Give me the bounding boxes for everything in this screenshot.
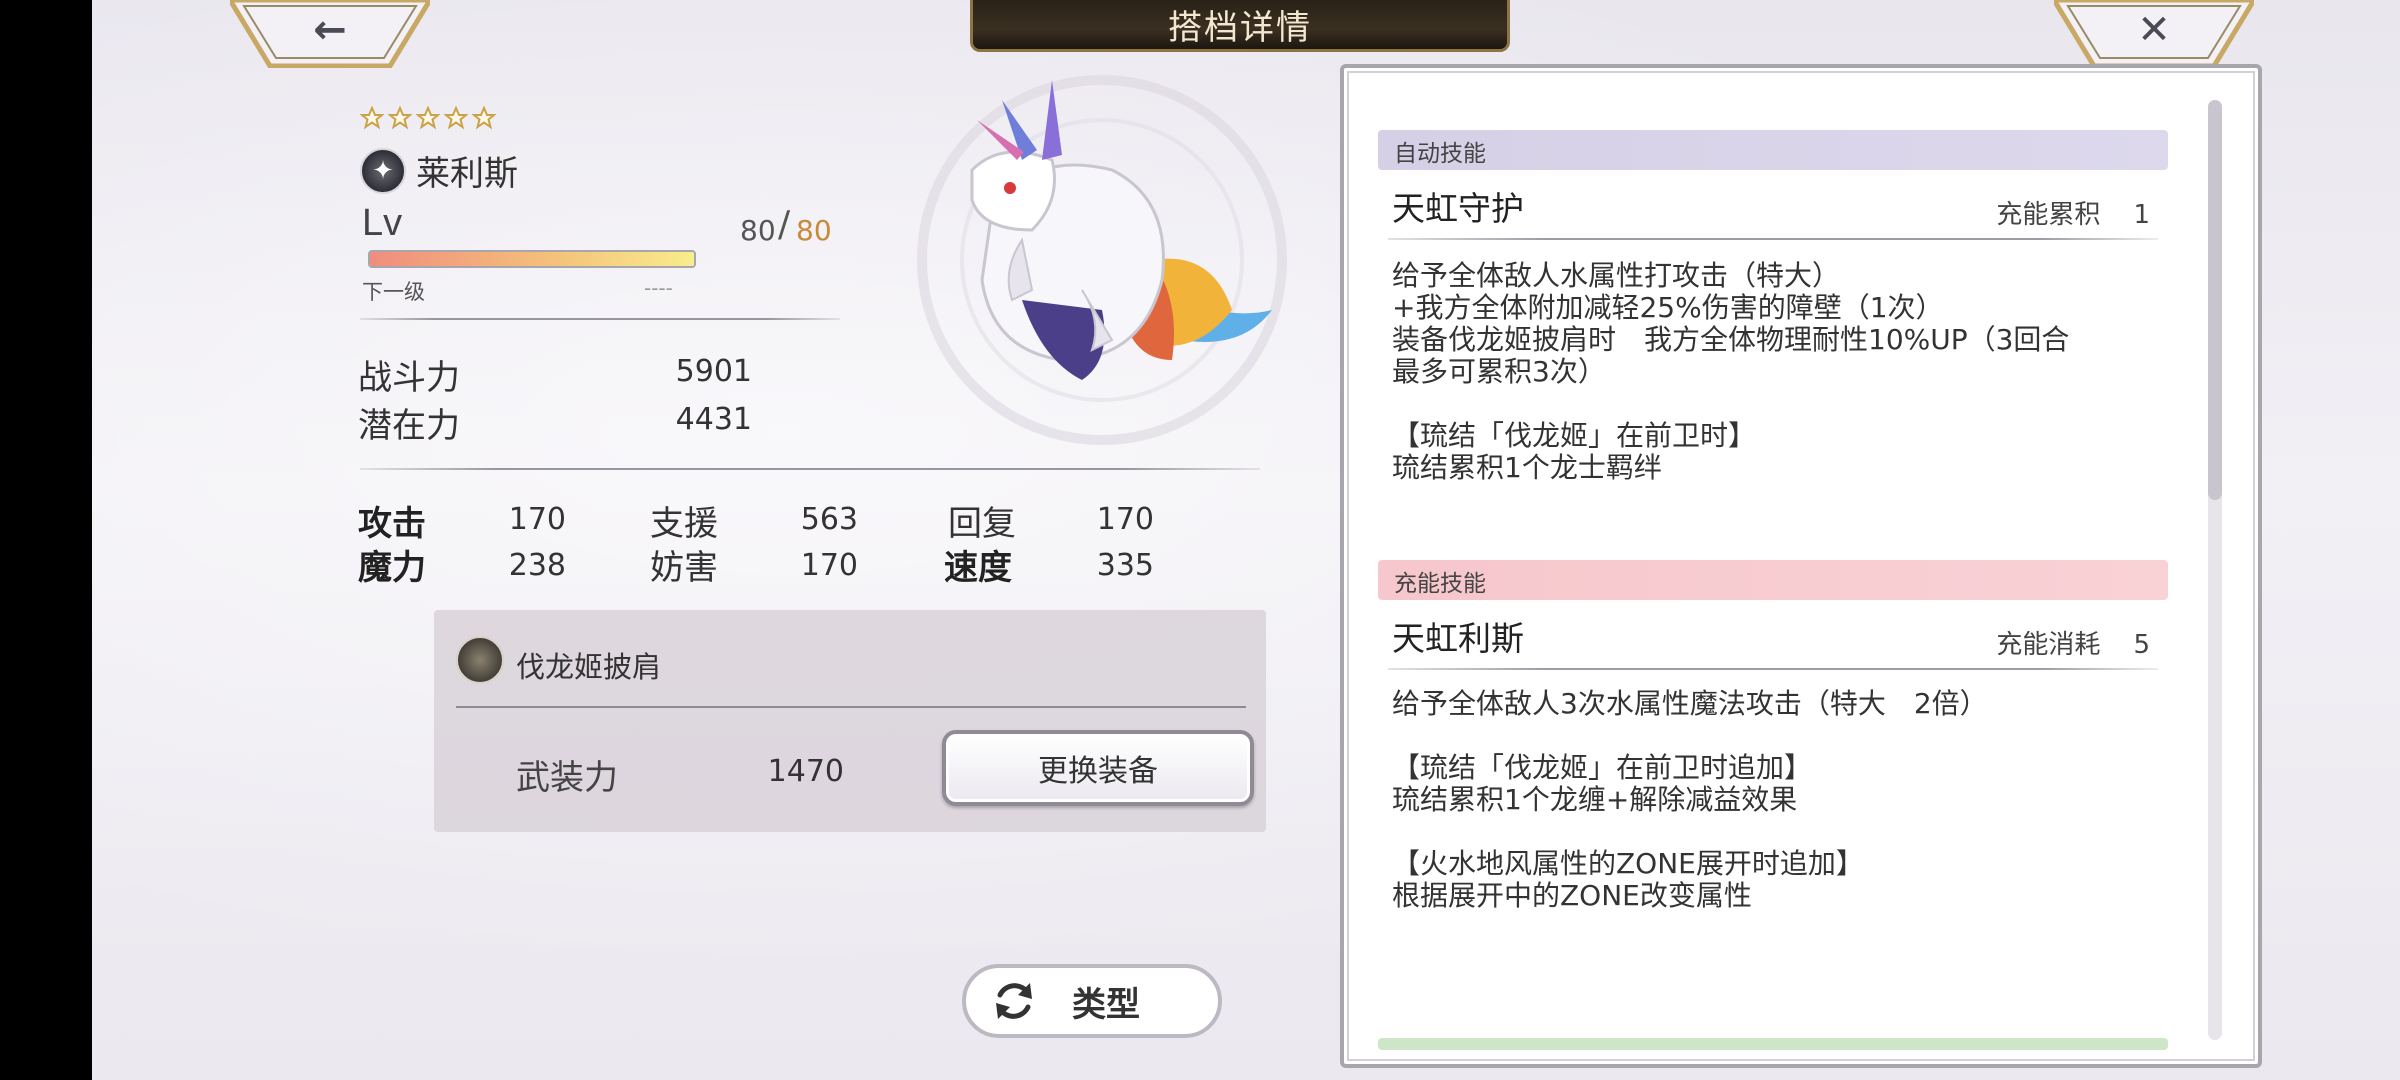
shawl-equipment-icon: [456, 636, 504, 684]
next-level-value: ----: [644, 276, 673, 300]
magic-value: 238: [508, 548, 566, 583]
combat-power-label: 战斗力: [358, 358, 460, 398]
auto-skill-header: 自动技能: [1378, 130, 2168, 170]
next-level-label: 下一级: [362, 280, 425, 304]
attack-label: 攻击: [358, 504, 426, 544]
type-button-label: 类型: [1072, 984, 1140, 1025]
back-button[interactable]: ←: [230, 0, 430, 68]
back-arrow-icon: ←: [313, 7, 347, 53]
description-line: 【琉结「伐龙姬」在前卫时】: [1392, 419, 1757, 452]
description-line: [1392, 720, 2152, 752]
creature-illustration: [917, 75, 1287, 445]
partner-detail-screen: ← 搭档详情 ✕ ✦ 莱利斯 Lv 80 / 80 下一级 ---- 战斗力 5…: [92, 0, 2400, 1080]
auto-skill-description: 给予全体敌人水属性打攻击（特大） +我方全体附加减轻25%伤害的障壁（1次） 装…: [1392, 260, 2152, 484]
star-icon: [444, 106, 468, 130]
hinder-value: 170: [800, 548, 858, 583]
description-line: [1392, 388, 2152, 420]
description-line: 最多可累积3次）: [1392, 355, 1606, 388]
description-line: [1392, 816, 2152, 848]
divider: [1388, 668, 2158, 670]
description-line: 琉结累积1个龙士羁绊: [1392, 451, 1662, 484]
description-line: 琉结累积1个龙缠+解除减益效果: [1392, 783, 1798, 816]
divider: [456, 706, 1246, 708]
character-name: 莱利斯: [416, 154, 518, 194]
description-line: 装备伐龙姬披肩时 我方全体物理耐性10%UP（3回合: [1392, 323, 2070, 356]
armor-power-value: 1470: [767, 754, 844, 789]
equipment-name: 伐龙姬披肩: [516, 650, 662, 684]
support-value: 563: [800, 502, 858, 537]
auto-skill-name: 天虹守护: [1392, 189, 1524, 228]
speed-label: 速度: [944, 548, 1012, 588]
level-progress-bar: [368, 250, 696, 268]
close-icon: ✕: [2137, 7, 2171, 53]
description-line: 根据展开中的ZONE改变属性: [1392, 879, 1752, 912]
next-skill-header: [1378, 1038, 2168, 1050]
hinder-label: 妨害: [650, 548, 718, 588]
skill-scrollbar[interactable]: [2208, 100, 2222, 1040]
description-line: 【火水地风属性的ZONE展开时追加】: [1392, 847, 1864, 880]
star-icon: [472, 106, 496, 130]
change-equipment-button[interactable]: 更换装备: [942, 730, 1254, 806]
header-bar: 搭档详情: [970, 0, 1510, 52]
gear-star-emblem-icon: ✦: [360, 147, 406, 194]
scrollbar-thumb[interactable]: [2208, 100, 2222, 500]
rarity-stars: [360, 106, 496, 130]
page-title: 搭档详情: [1168, 8, 1312, 48]
equipment-panel: 伐龙姬披肩 武装力 1470 更换装备: [434, 610, 1266, 832]
potential-value: 4431: [675, 402, 752, 437]
charge-skill-description: 给予全体敌人3次水属性魔法攻击（特大 2倍） 【琉结「伐龙姬」在前卫时追加】 琉…: [1392, 688, 2152, 912]
potential-label: 潜在力: [358, 406, 460, 446]
description-line: 【琉结「伐龙姬」在前卫时追加】: [1392, 751, 1813, 784]
level-current: 80: [740, 214, 776, 247]
type-button[interactable]: 类型: [962, 964, 1222, 1038]
auto-skill-meta: 充能累积 1: [1996, 194, 2150, 231]
skill-detail-panel[interactable]: 自动技能 天虹守护 充能累积 1 给予全体敌人水属性打攻击（特大） +我方全体附…: [1340, 64, 2262, 1068]
combat-power-value: 5901: [675, 354, 752, 389]
description-line: 给予全体敌人3次水属性魔法攻击（特大 2倍）: [1392, 687, 1988, 720]
magic-label: 魔力: [358, 548, 426, 588]
star-icon: [360, 106, 384, 130]
level-row: Lv 80 / 80: [360, 202, 832, 252]
charge-skill-meta-value: 5: [2133, 630, 2150, 660]
charge-skill-header: 充能技能: [1378, 560, 2168, 600]
close-button[interactable]: ✕: [2054, 0, 2254, 68]
attack-value: 170: [508, 502, 566, 537]
refresh-icon: [996, 983, 1032, 1019]
recover-label: 回复: [948, 504, 1016, 544]
recover-value: 170: [1096, 502, 1154, 537]
level-slash: /: [778, 204, 791, 245]
level-progress-fill: [370, 252, 694, 266]
charge-skill-name: 天虹利斯: [1392, 619, 1524, 658]
armor-power-label: 武装力: [516, 758, 618, 798]
support-label: 支援: [650, 504, 718, 544]
divider: [1388, 238, 2158, 240]
level-max: 80: [796, 214, 832, 247]
divider: [360, 318, 840, 320]
star-icon: [416, 106, 440, 130]
charge-skill-meta-label: 充能消耗: [1996, 630, 2101, 660]
auto-skill-meta-label: 充能累积: [1996, 200, 2101, 230]
character-name-row: ✦ 莱利斯: [360, 146, 518, 195]
auto-skill-meta-value: 1: [2133, 200, 2150, 230]
speed-value: 335: [1096, 548, 1154, 583]
description-line: +我方全体附加减轻25%伤害的障壁（1次）: [1392, 291, 1944, 324]
charge-skill-meta: 充能消耗 5: [1996, 624, 2150, 661]
description-line: 给予全体敌人水属性打攻击（特大）: [1392, 259, 1841, 292]
level-label: Lv: [362, 202, 403, 244]
star-icon: [388, 106, 412, 130]
